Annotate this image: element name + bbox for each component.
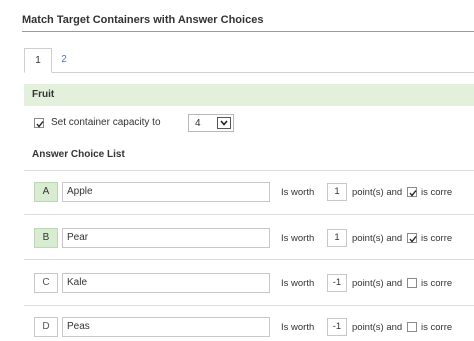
checkmark-icon [409, 190, 417, 197]
points-field[interactable]: -1 [327, 274, 347, 292]
answer-letter-badge: A [34, 182, 58, 202]
correct-checkbox[interactable] [407, 187, 417, 197]
correct-label: is corre [421, 187, 453, 198]
category-header: Fruit [24, 84, 474, 106]
points-label: point(s) and [352, 322, 403, 333]
answer-letter-badge: C [34, 273, 58, 293]
answer-letter-badge: D [34, 317, 58, 337]
title-divider [22, 31, 474, 32]
answer-row: B Pear Is worth 1 point(s) and is corre [34, 228, 474, 248]
correct-checkbox[interactable] [407, 278, 417, 288]
tab-2[interactable]: 2 [51, 48, 77, 71]
answer-row: D Peas Is worth -1 point(s) and is corre [34, 317, 474, 337]
points-label: point(s) and [352, 278, 403, 289]
divider [24, 214, 474, 215]
answer-text-field[interactable]: Pear [62, 228, 270, 248]
category-label: Fruit [32, 89, 55, 100]
divider [24, 170, 474, 171]
points-label: point(s) and [352, 187, 403, 198]
checkmark-icon [36, 121, 44, 128]
worth-label: Is worth [281, 278, 315, 289]
answer-text-field[interactable]: Peas [62, 317, 270, 337]
points-label: point(s) and [352, 233, 403, 244]
capacity-select[interactable]: 4 [188, 114, 234, 132]
correct-label: is corre [421, 233, 453, 244]
worth-label: Is worth [281, 233, 315, 244]
page-title: Match Target Containers with Answer Choi… [22, 14, 264, 26]
worth-label: Is worth [281, 187, 315, 198]
divider [24, 305, 474, 306]
correct-label: is corre [421, 322, 453, 333]
points-field[interactable]: 1 [327, 183, 347, 201]
correct-label: is corre [421, 278, 453, 289]
answer-letter-badge: B [34, 228, 58, 248]
answer-row: A Apple Is worth 1 point(s) and is corre [34, 182, 474, 202]
worth-label: Is worth [281, 322, 315, 333]
capacity-value: 4 [195, 118, 201, 129]
answer-row: C Kale Is worth -1 point(s) and is corre [34, 273, 474, 293]
capacity-checkbox[interactable] [34, 118, 44, 128]
answer-text-field[interactable]: Kale [62, 273, 270, 293]
checkmark-icon [409, 236, 417, 243]
points-field[interactable]: -1 [327, 318, 347, 336]
answer-text-field[interactable]: Apple [62, 182, 270, 202]
divider [24, 259, 474, 260]
chevron-down-icon[interactable] [217, 117, 231, 129]
correct-checkbox[interactable] [407, 322, 417, 332]
capacity-row: Set container capacity to 4 [34, 114, 334, 133]
answer-list-title: Answer Choice List [32, 149, 125, 160]
points-field[interactable]: 1 [327, 229, 347, 247]
capacity-label: Set container capacity to [51, 117, 161, 128]
tab-bar: 1 2 [24, 48, 474, 73]
correct-checkbox[interactable] [407, 233, 417, 243]
tab-1[interactable]: 1 [24, 48, 52, 73]
